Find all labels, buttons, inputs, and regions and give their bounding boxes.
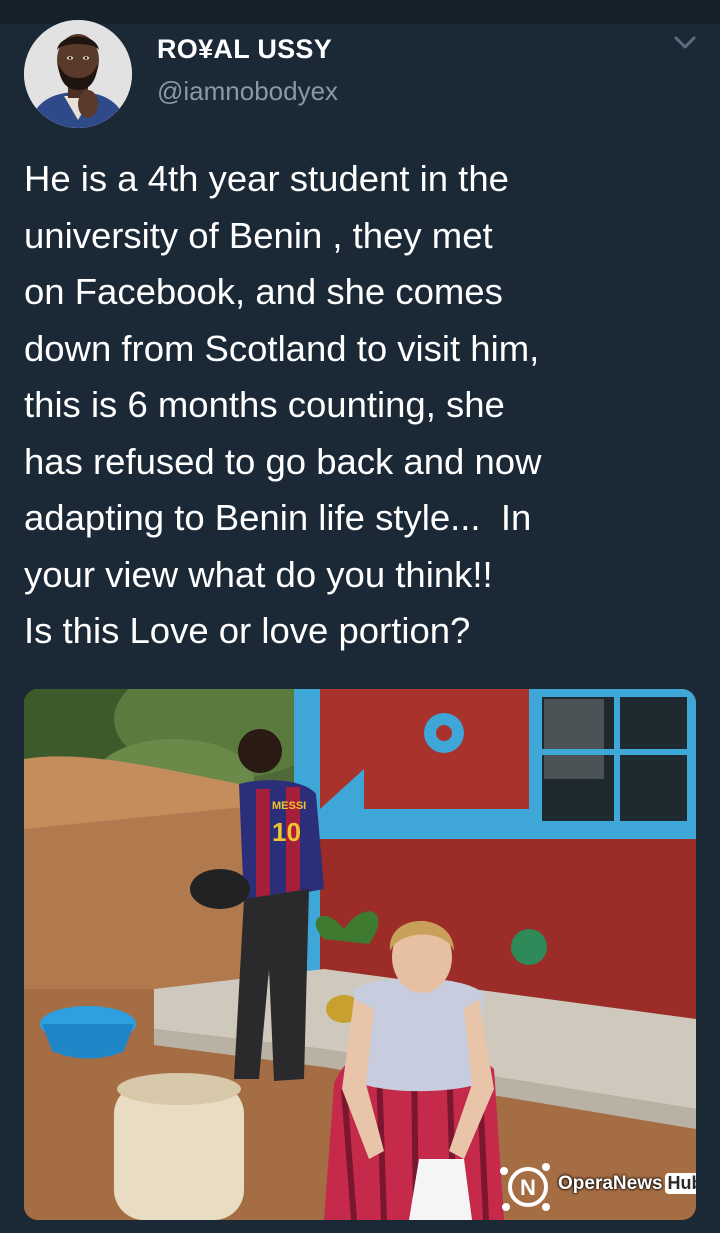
watermark-hub-badge: Hub [664,1173,696,1194]
author-display-name[interactable]: RO¥AL USSY [157,34,332,65]
operanews-watermark: N OperaNewsHub [494,1157,696,1213]
tweet-text-line: university of Benin , they met [24,214,493,256]
tweet-media-photo[interactable]: 10 MESSI N OperaNews Hu [24,689,696,1220]
jersey-name: MESSI [272,800,306,812]
tweet-text-line: Is this Love or love portion? [24,610,471,651]
author-avatar[interactable] [24,20,132,128]
tweet-text-line: on Facebook, and she comes [24,271,503,312]
tweet-text-line: down from Scotland to visit him, [24,327,540,369]
tweet-text-line: your view what do you think!! [24,553,493,595]
operanews-logo-icon: N [500,1163,550,1211]
photo-scene: 10 MESSI [24,689,696,1220]
status-bar [0,0,720,24]
svg-text:N: N [520,1175,536,1200]
tweet-text-line: adapting to Benin life style... In [24,497,532,538]
tweet-text-line: He is a 4th year student in the [24,158,509,199]
jersey-number: 10 [272,817,301,847]
tweet-screen: RO¥AL USSY @iamnobodyex He is a 4th year… [0,0,720,1233]
author-handle[interactable]: @iamnobodyex [157,76,338,107]
watermark-text: OperaNewsHub [558,1173,696,1195]
tweet-text-line: this is 6 months counting, she [24,384,505,425]
tweet-text-line: has refused to go back and now [24,440,542,482]
watermark-brand: OperaNews [558,1173,663,1194]
chevron-down-icon[interactable] [671,33,699,53]
tweet-text: He is a 4th year student in the universi… [24,151,696,660]
avatar-photo [24,20,132,128]
